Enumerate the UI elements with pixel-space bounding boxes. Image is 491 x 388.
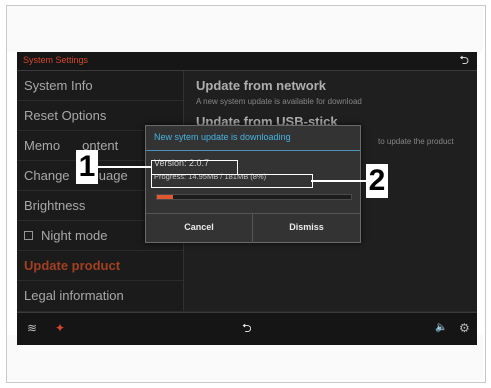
back-arrow-icon[interactable]: ⮌	[459, 53, 469, 67]
callout-box-progress	[151, 174, 313, 188]
bottom-status-bar: ≋ ✦ ⮌ 🔈 ⚙	[17, 312, 477, 345]
cancel-button[interactable]: Cancel	[146, 214, 253, 243]
dialog-buttons: Cancel Dismiss	[146, 213, 360, 243]
window-title: System Settings	[23, 55, 89, 65]
volume-icon[interactable]: 🔈	[435, 321, 447, 335]
dismiss-button[interactable]: Dismiss	[253, 214, 360, 243]
callout-line-1	[98, 166, 151, 168]
download-progress-bar	[156, 194, 352, 200]
back-arrow-icon[interactable]: ⮌	[242, 321, 252, 335]
callout-number-2: 2	[366, 164, 388, 198]
callout-box-version	[151, 160, 238, 175]
download-progress-fill	[157, 195, 173, 199]
callout-line-2	[311, 180, 366, 182]
callout-number-1: 1	[76, 150, 98, 184]
top-margin	[7, 6, 483, 52]
dialog-title-bar: New sytem update is downloading	[146, 126, 360, 151]
gear-icon[interactable]: ⚙	[459, 321, 470, 335]
wifi-icon: ≋	[27, 321, 38, 335]
title-bar: System Settings ⮌	[17, 52, 477, 71]
device-screen: System Settings ⮌ System Info Reset Opti…	[17, 52, 477, 345]
app-icon[interactable]: ✦	[55, 321, 65, 335]
dialog-title: New sytem update is downloading	[154, 132, 291, 142]
